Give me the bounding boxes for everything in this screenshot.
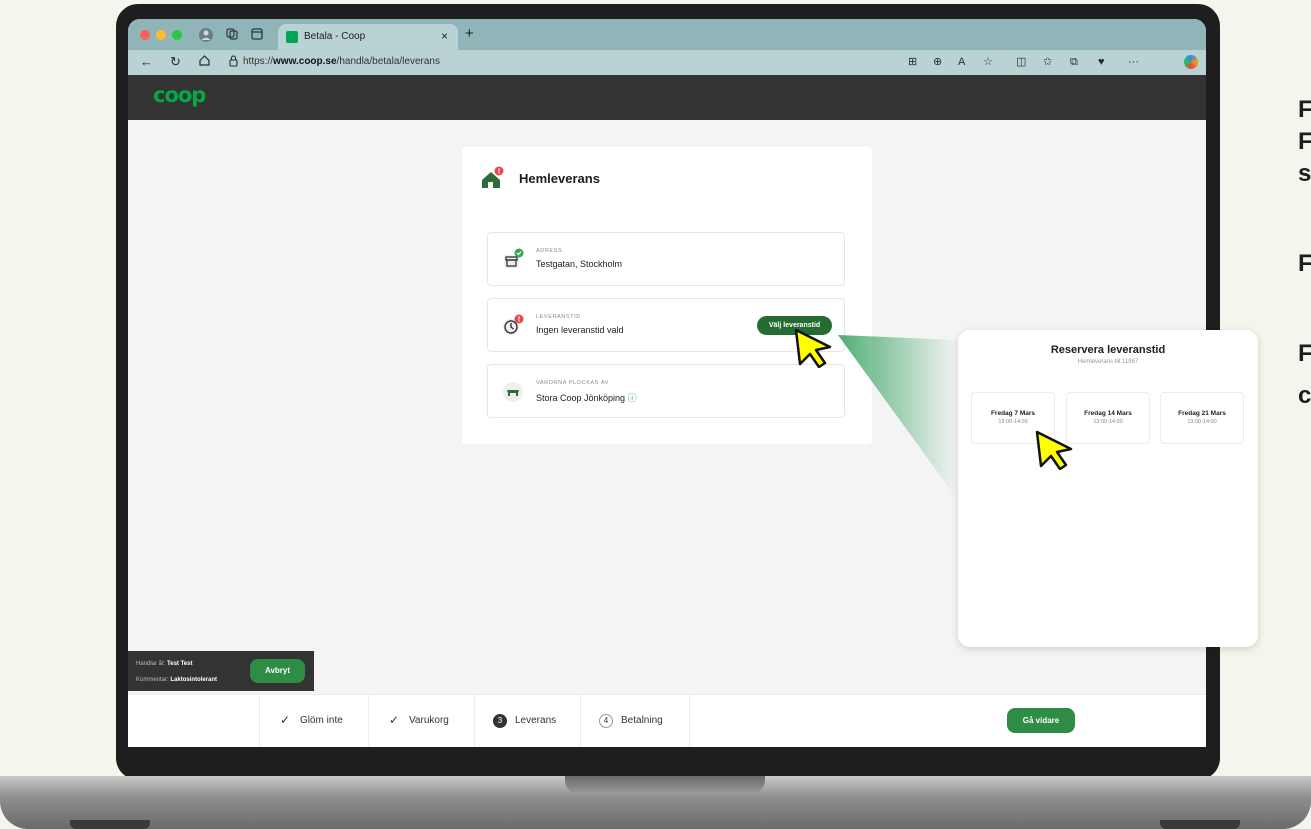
step-number: 3 — [493, 714, 507, 728]
slot-time: 13:00-14:00 — [1093, 419, 1123, 425]
comment-label: Kommentar: — [136, 677, 169, 683]
tab-title: Betala - Coop — [304, 31, 366, 42]
step-number: 4 — [599, 714, 613, 728]
delivery-time-label: LEVERANSTID — [536, 314, 581, 320]
app-available-icon[interactable]: ⊞ — [908, 54, 917, 70]
side-text: F — [1298, 128, 1311, 155]
lock-icon[interactable] — [228, 54, 239, 71]
laptop-foot — [1160, 820, 1240, 829]
side-text: F — [1298, 96, 1311, 123]
side-text: F — [1298, 340, 1311, 367]
store-icon — [502, 248, 524, 270]
tab-bar: Betala - Coop × + — [128, 19, 1206, 50]
laptop-notch — [565, 776, 765, 794]
minimize-window-dot[interactable] — [156, 30, 166, 40]
checkout-steps: ✓ Glöm inte ✓ Varukorg 3 Leverans 4 Beta… — [128, 694, 1206, 747]
address-label: ADRESS — [536, 248, 563, 254]
time-slot[interactable]: Fredag 14 Mars 13:00-14:00 — [1066, 392, 1150, 444]
close-tab-icon[interactable]: × — [441, 29, 448, 43]
delivery-time-value: Ingen leveranstid vald — [536, 325, 624, 335]
store-front-icon — [502, 380, 524, 402]
step-check-icon: ✓ — [279, 713, 291, 727]
tab-betala-coop[interactable]: Betala - Coop × — [278, 24, 458, 50]
comment-value: Laktosintolerant — [170, 677, 218, 683]
abort-button[interactable]: Avbryt — [250, 659, 305, 683]
side-text: s — [1298, 160, 1311, 187]
home-icon[interactable] — [198, 54, 211, 71]
popup-subtitle: Hemleverans till 11867 — [1077, 359, 1139, 365]
mouse-cursor-icon — [793, 328, 833, 369]
shopping-for-label: Handlar åt: — [136, 661, 166, 667]
read-aloud-icon[interactable]: A — [958, 54, 965, 70]
slot-day: Fredag 14 Mars — [1084, 410, 1132, 417]
continue-button[interactable]: Gå vidare — [1007, 708, 1075, 733]
picked-by-value: Stora Coop Jönköping ⓘ — [536, 391, 637, 404]
copilot-icon[interactable] — [1184, 55, 1198, 69]
coop-logo[interactable]: coop — [153, 83, 206, 107]
picked-by-row: VARORNA PLOCKAS AV Stora Coop Jönköping … — [487, 364, 845, 418]
clock-icon — [502, 314, 524, 336]
step-label: Leverans — [515, 715, 557, 726]
profile-icon[interactable] — [198, 27, 214, 43]
delivery-time-row[interactable]: LEVERANSTID Ingen leveranstid vald Välj … — [487, 298, 845, 352]
step-label: Varukorg — [409, 715, 449, 726]
url-host: www.coop.se — [273, 56, 337, 67]
close-window-dot[interactable] — [140, 30, 150, 40]
maximize-window-dot[interactable] — [172, 30, 182, 40]
refresh-icon[interactable]: ↻ — [170, 54, 181, 70]
info-icon[interactable]: ⓘ — [628, 393, 637, 403]
laptop-foot — [70, 820, 150, 829]
url-scheme: https:// — [243, 56, 274, 67]
zoom-icon[interactable]: ⊕ — [933, 54, 942, 70]
time-slot[interactable]: Fredag 21 Mars 13:00-14:00 — [1160, 392, 1244, 444]
slot-day: Fredag 7 Mars — [990, 410, 1036, 417]
favorites-icon[interactable]: ✩ — [1043, 54, 1052, 70]
url-path: /handla/betala/leverans — [336, 56, 440, 67]
collections-icon[interactable]: ⧉ — [1070, 54, 1078, 70]
step-betalning[interactable]: 4 Betalning — [580, 695, 690, 747]
slot-time: 13:00-14:00 — [1187, 419, 1217, 425]
new-tab-icon[interactable]: + — [465, 25, 474, 42]
step-varukorg[interactable]: ✓ Varukorg — [368, 695, 474, 747]
house-icon — [479, 166, 505, 192]
side-text: F — [1298, 250, 1311, 277]
slot-day: Fredag 21 Mars — [1178, 410, 1226, 417]
workspaces-icon[interactable] — [224, 27, 240, 43]
split-screen-icon[interactable]: ◫ — [1016, 54, 1026, 70]
store-name: Stora Coop Jönköping — [536, 393, 626, 403]
address-value: Testgatan, Stockholm — [536, 259, 623, 269]
picked-by-label: VARORNA PLOCKAS AV — [536, 380, 609, 386]
popup-title: Reservera leveranstid — [1050, 344, 1166, 356]
shopping-for: Handlar åt: Test Test — [136, 661, 192, 667]
back-icon[interactable]: ← — [140, 54, 153, 70]
reserve-time-popup: Reservera leveranstid Hemleverans till 1… — [958, 330, 1258, 647]
coop-favicon-icon — [286, 31, 298, 43]
address-bar: ← ↻ https://www.coop.se/handla/betala/le… — [128, 50, 1206, 75]
step-label: Betalning — [621, 715, 663, 726]
slot-time: 13:00-14:00 — [998, 419, 1028, 425]
side-text: c — [1298, 382, 1311, 409]
step-label: Glöm inte — [300, 715, 343, 726]
browser-essentials-icon[interactable]: ♥ — [1098, 54, 1105, 70]
delivery-card: Hemleverans ADRESS Testgatan, Stockholm — [462, 147, 872, 444]
comment: Kommentar: Laktosintolerant — [136, 677, 217, 683]
favorite-star-icon[interactable]: ☆ — [983, 54, 993, 70]
step-leverans[interactable]: 3 Leverans — [474, 695, 580, 747]
tab-actions-icon[interactable] — [249, 27, 265, 43]
url-input[interactable]: https://www.coop.se/handla/betala/levera… — [243, 53, 493, 71]
shopper-panel: Handlar åt: Test Test Kommentar: Laktosi… — [128, 651, 314, 691]
address-row[interactable]: ADRESS Testgatan, Stockholm — [487, 232, 845, 286]
mouse-cursor-icon — [1034, 430, 1074, 471]
card-title: Hemleverans — [519, 171, 600, 186]
more-options-icon[interactable]: ··· — [1128, 54, 1139, 70]
site-header: coop — [128, 75, 1206, 120]
step-check-icon: ✓ — [388, 713, 400, 727]
shopping-for-value: Test Test — [167, 661, 193, 667]
step-glom-inte[interactable]: ✓ Glöm inte — [259, 695, 368, 747]
